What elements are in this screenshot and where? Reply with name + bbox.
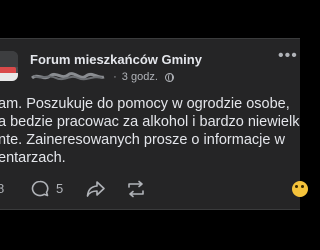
globe-icon <box>164 72 174 82</box>
redacted-author-scribble <box>31 72 105 81</box>
emoji-reaction-icon[interactable] <box>292 181 308 197</box>
more-options-icon[interactable]: ••• <box>278 47 298 65</box>
post-card: Forum mieszkańców Gminy · 3 godz. ••• am… <box>0 38 308 210</box>
avatar-white-shape <box>0 73 18 81</box>
comment-icon[interactable] <box>30 179 50 199</box>
post-meta: · 3 godz. <box>30 71 174 85</box>
comment-count[interactable]: 5 <box>56 181 63 196</box>
top-strip <box>0 0 300 38</box>
like-count[interactable]: 8 <box>0 181 4 196</box>
meta-separator: · <box>113 71 117 83</box>
avatar-top <box>0 51 18 67</box>
group-name[interactable]: Forum mieszkańców Gminy <box>30 52 202 67</box>
repost-icon[interactable] <box>126 180 146 198</box>
post-actions: 8 5 <box>0 179 308 201</box>
share-icon[interactable] <box>86 180 106 198</box>
post-text: am. Poszukuje do pomocy w ogrodzie osobe… <box>0 96 300 166</box>
post-time[interactable]: 3 godz. <box>122 71 158 83</box>
group-avatar[interactable] <box>0 51 18 81</box>
